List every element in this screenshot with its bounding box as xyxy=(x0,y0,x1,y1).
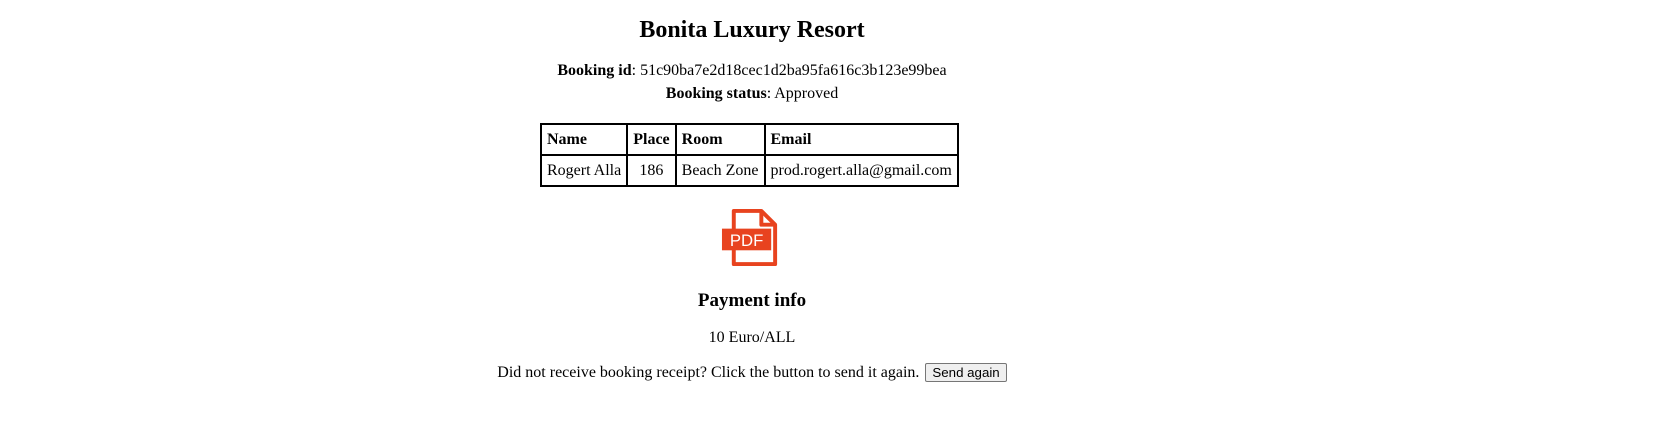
cell-email: prod.rogert.alla@gmail.com xyxy=(764,155,958,186)
resend-line: Did not receive booking receipt? Click t… xyxy=(0,362,1504,384)
table-row: Rogert Alla 186 Beach Zone prod.rogert.a… xyxy=(541,155,958,186)
column-header-name: Name xyxy=(541,124,628,155)
cell-name: Rogert Alla xyxy=(541,155,628,186)
booking-id-line: Booking id: 51c90ba7e2d18cec1d2ba95fa616… xyxy=(557,62,947,79)
booking-id-value: 51c90ba7e2d18cec1d2ba95fa616c3b123e99bea xyxy=(640,62,947,79)
pdf-icon-label: PDF xyxy=(730,231,763,250)
booking-page: Bonita Luxury Resort Booking id: 51c90ba… xyxy=(0,0,1504,429)
booking-id-label: Booking id xyxy=(557,62,632,79)
page-title: Bonita Luxury Resort xyxy=(639,17,865,43)
payment-heading: Payment info xyxy=(697,290,807,311)
cell-place: 186 xyxy=(627,155,676,186)
column-header-place: Place xyxy=(627,124,676,155)
pdf-icon[interactable]: PDF xyxy=(720,206,783,269)
cell-room: Beach Zone xyxy=(675,155,765,186)
booking-status-line: Booking status: Approved xyxy=(665,85,839,102)
payment-amount: 10 Euro/ALL xyxy=(708,329,796,346)
column-header-room: Room xyxy=(675,124,765,155)
table-header-row: Name Place Room Email xyxy=(541,124,958,155)
booking-status-value: Approved xyxy=(774,85,839,102)
resend-text: Did not receive booking receipt? Click t… xyxy=(497,364,920,381)
send-again-button[interactable]: Send again xyxy=(925,363,1007,382)
booking-table: Name Place Room Email Rogert Alla 186 Be… xyxy=(540,123,959,187)
column-header-email: Email xyxy=(764,124,958,155)
booking-status-label: Booking status xyxy=(665,85,767,102)
